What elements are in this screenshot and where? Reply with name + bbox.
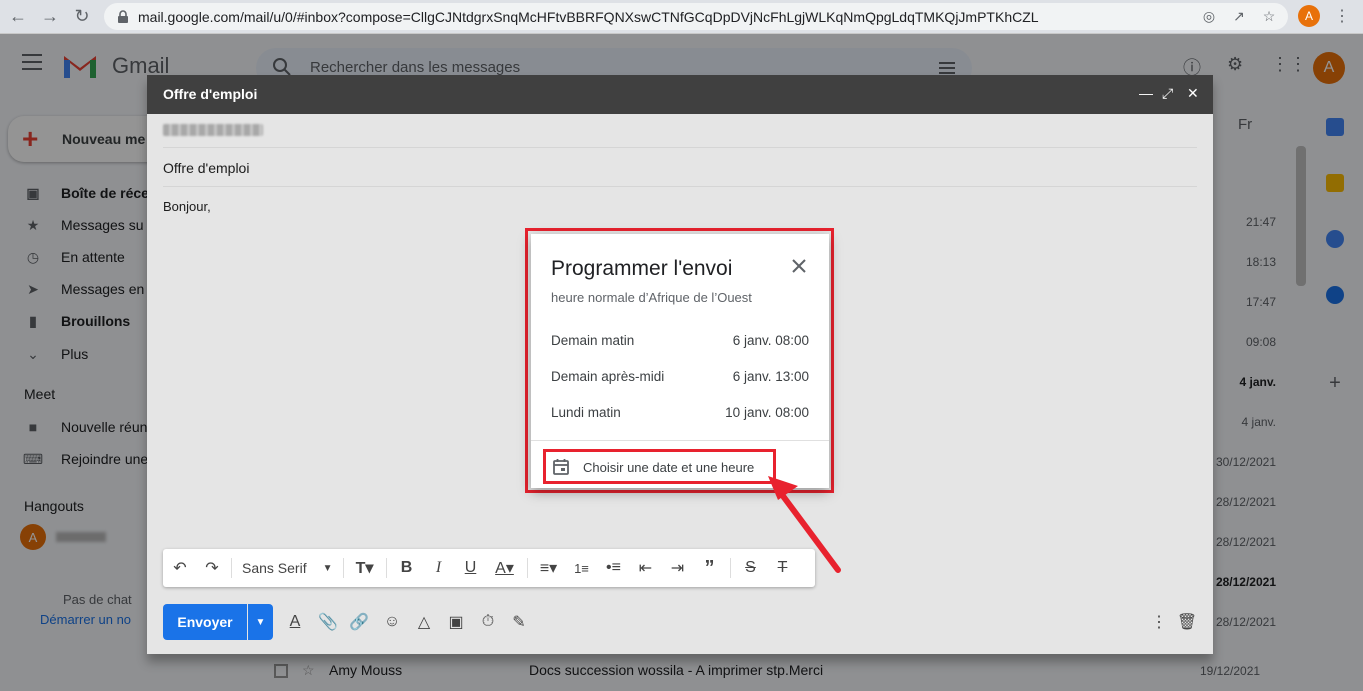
timezone-label: heure normale d’Afrique de l’Ouest: [551, 290, 752, 305]
compose-title: Offre d'emploi: [163, 86, 258, 102]
reload-icon[interactable]: ↻: [68, 3, 96, 31]
send-button[interactable]: Envoyer: [163, 604, 247, 640]
insert-link-icon[interactable]: 🔗: [349, 612, 369, 632]
divider: [342, 558, 344, 578]
font-size-icon[interactable]: T▾: [348, 556, 382, 580]
lock-icon: [118, 9, 128, 23]
forward-icon[interactable]: →: [36, 3, 64, 31]
option-label: Demain matin: [551, 333, 635, 348]
send-options-dropdown[interactable]: ▼: [248, 604, 273, 640]
clear-formatting-icon[interactable]: T: [767, 556, 799, 580]
dialog-title: Programmer l'envoi: [551, 257, 733, 280]
close-icon[interactable]: ✕: [1187, 85, 1199, 102]
numbered-list-icon[interactable]: 1≡: [566, 556, 598, 580]
bulleted-list-icon[interactable]: •≡: [598, 556, 630, 580]
address-bar[interactable]: mail.google.com/mail/u/0/#inbox?compose=…: [104, 3, 1288, 30]
share-icon[interactable]: ↗: [1230, 7, 1248, 25]
formatting-toolbar: ↶ ↷ Sans Serif ▼ T▾ B I U A▾ ≡▾ 1≡ •≡ ⇤ ⇥…: [163, 549, 815, 587]
browser-toolbar: ← → ↻ mail.google.com/mail/u/0/#inbox?co…: [0, 0, 1363, 34]
italic-icon[interactable]: I: [423, 556, 455, 580]
bold-icon[interactable]: B: [391, 556, 423, 580]
divider: [231, 558, 232, 578]
option-label: Demain après-midi: [551, 369, 665, 384]
option-time: 6 janv. 13:00: [732, 369, 809, 384]
insert-photo-icon[interactable]: ▣: [446, 612, 466, 632]
more-options-icon[interactable]: ⋮: [1149, 612, 1169, 632]
compose-header: Offre d'emploi — ⤢ ✕: [147, 75, 1213, 114]
pick-date-time-label: Choisir une date et une heure: [583, 459, 755, 475]
divider: [385, 558, 387, 578]
strikethrough-icon[interactable]: S: [735, 556, 767, 580]
indent-more-icon[interactable]: ⇥: [662, 556, 694, 580]
exit-fullscreen-icon[interactable]: ⤢: [1162, 85, 1173, 102]
back-icon[interactable]: ←: [4, 3, 32, 31]
calendar-icon: [553, 459, 569, 475]
indent-less-icon[interactable]: ⇤: [630, 556, 662, 580]
discard-draft-icon[interactable]: 🗑: [1177, 612, 1197, 632]
font-family-select[interactable]: Sans Serif ▼: [236, 556, 339, 580]
bookmark-star-icon[interactable]: ☆: [1260, 7, 1278, 25]
divider: [526, 558, 528, 578]
pick-date-time-button[interactable]: Choisir une date et une heure: [552, 457, 754, 477]
drive-icon[interactable]: △: [414, 612, 434, 632]
url-text: mail.google.com/mail/u/0/#inbox?compose=…: [138, 8, 1039, 25]
formatting-options-icon[interactable]: A: [285, 612, 305, 632]
browser-profile-avatar[interactable]: A: [1298, 5, 1320, 27]
attach-icon[interactable]: 📎: [318, 612, 338, 632]
align-icon[interactable]: ≡▾: [532, 556, 566, 580]
minimize-icon[interactable]: —: [1139, 85, 1153, 101]
option-time: 6 janv. 08:00: [732, 333, 809, 348]
undo-icon[interactable]: ↶: [163, 556, 197, 580]
redo-icon[interactable]: ↷: [197, 556, 227, 580]
divider: [531, 440, 829, 441]
schedule-option-monday-morning[interactable]: Lundi matin 10 janv. 08:00: [531, 395, 829, 431]
eye-icon[interactable]: ◎: [1200, 7, 1218, 25]
underline-icon[interactable]: U: [455, 556, 487, 580]
confidential-mode-icon[interactable]: ⏱: [478, 612, 498, 632]
emoji-icon[interactable]: ☺: [382, 612, 402, 632]
browser-menu-icon[interactable]: ⋮: [1334, 6, 1350, 26]
option-label: Lundi matin: [551, 405, 621, 420]
divider: [729, 558, 731, 578]
text-color-icon[interactable]: A▾: [487, 556, 523, 580]
schedule-option-tomorrow-morning[interactable]: Demain matin 6 janv. 08:00: [531, 323, 829, 359]
option-time: 10 janv. 08:00: [725, 405, 809, 420]
quote-icon[interactable]: ”: [694, 556, 726, 580]
close-icon[interactable]: [789, 256, 809, 276]
schedule-option-tomorrow-afternoon[interactable]: Demain après-midi 6 janv. 13:00: [531, 359, 829, 395]
signature-icon[interactable]: ✎: [509, 612, 529, 632]
dropdown-arrow-icon: ▼: [322, 562, 333, 574]
